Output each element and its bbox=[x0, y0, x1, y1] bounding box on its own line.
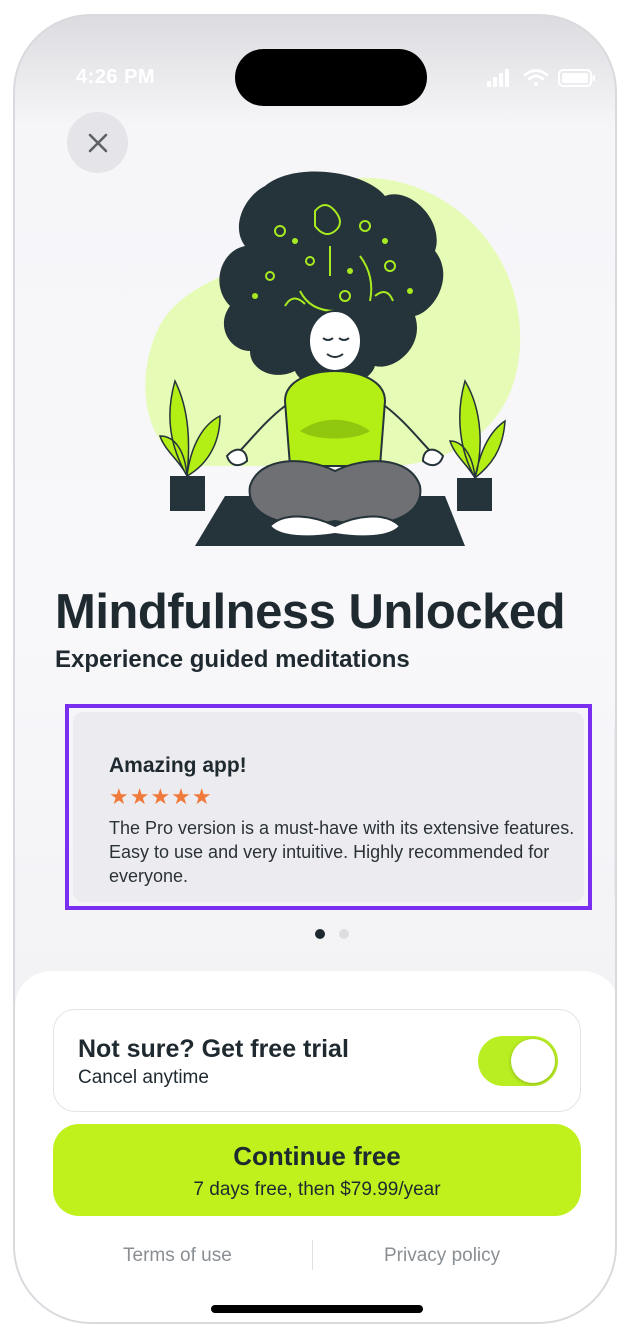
bottom-sheet: Not sure? Get free trial Cancel anytime … bbox=[15, 971, 615, 1322]
terms-of-use-link[interactable]: Terms of use bbox=[123, 1245, 232, 1267]
cta-label: Continue free bbox=[233, 1141, 401, 1171]
close-icon bbox=[88, 133, 107, 152]
privacy-policy-link[interactable]: Privacy policy bbox=[384, 1245, 500, 1267]
next-review-card-peek[interactable] bbox=[614, 716, 615, 906]
page-subtitle: Experience guided meditations bbox=[55, 646, 410, 673]
carousel-dot-active[interactable] bbox=[315, 929, 325, 939]
review-card-body: Amazing app! ★★★★★ The Pro version is a … bbox=[73, 712, 584, 902]
footer-divider bbox=[312, 1240, 313, 1270]
trial-subtitle: Cancel anytime bbox=[78, 1067, 209, 1088]
signal-icon bbox=[487, 69, 509, 87]
close-button[interactable] bbox=[67, 112, 128, 173]
carousel-dot[interactable] bbox=[339, 929, 349, 939]
cta-subtitle: 7 days free, then $79.99/year bbox=[193, 1179, 441, 1200]
continue-free-button[interactable]: Continue free 7 days free, then $79.99/y… bbox=[53, 1124, 581, 1216]
review-text: The Pro version is a must-have with its … bbox=[109, 818, 575, 886]
trial-title: Not sure? Get free trial bbox=[78, 1035, 349, 1063]
toggle-knob bbox=[511, 1039, 555, 1083]
dynamic-island bbox=[235, 49, 427, 106]
page-title: Mindfulness Unlocked bbox=[55, 585, 566, 639]
review-title: Amazing app! bbox=[109, 754, 247, 777]
review-stars: ★★★★★ bbox=[109, 784, 213, 809]
home-indicator bbox=[211, 1305, 423, 1313]
wifi-icon bbox=[523, 69, 549, 86]
battery-icon bbox=[558, 69, 595, 87]
free-trial-toggle[interactable] bbox=[478, 1036, 558, 1086]
phone-frame: 4:26 PM Mindfulness Unlocked Experience … bbox=[13, 14, 617, 1324]
status-time: 4:26 PM bbox=[76, 66, 156, 88]
carousel-dots bbox=[315, 929, 349, 939]
review-card[interactable]: Amazing app! ★★★★★ The Pro version is a … bbox=[65, 704, 592, 910]
status-icons bbox=[487, 69, 595, 87]
free-trial-box[interactable]: Not sure? Get free trial Cancel anytime bbox=[53, 1009, 581, 1112]
meditation-illustration bbox=[145, 171, 521, 546]
